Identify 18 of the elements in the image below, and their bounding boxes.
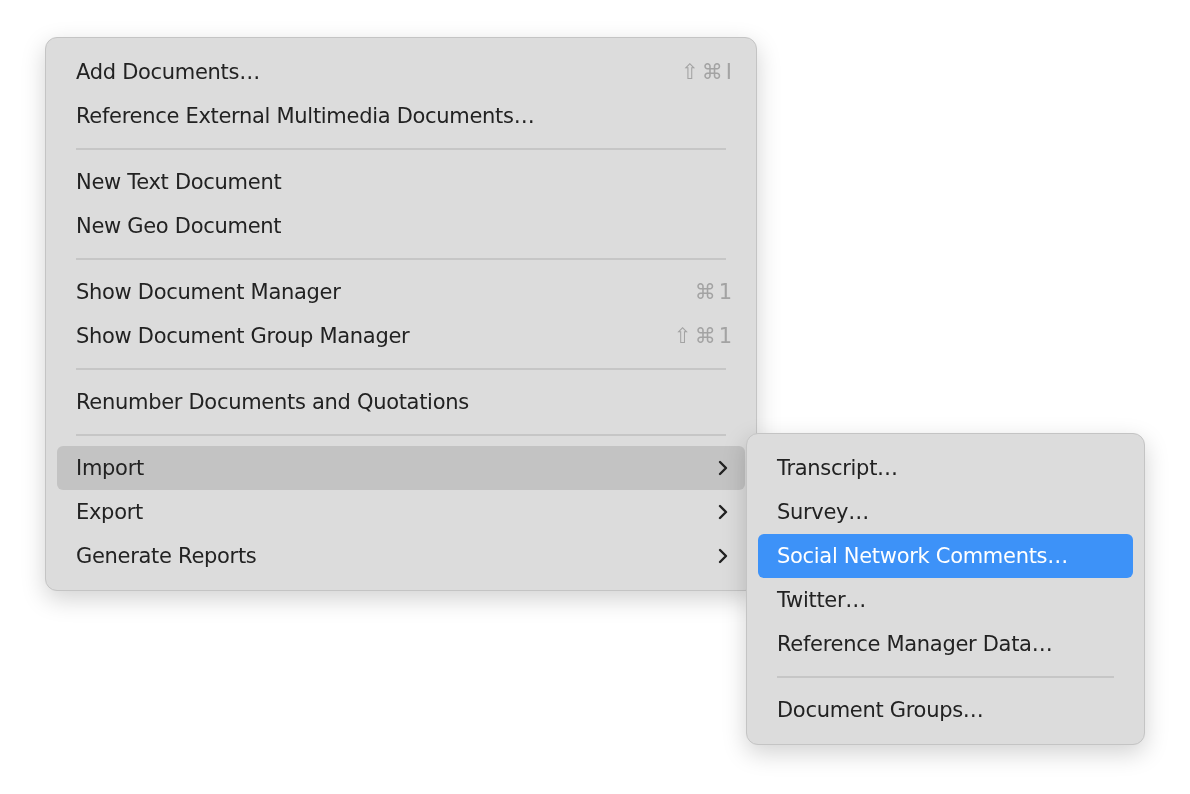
menu-item[interactable]: Transcript… <box>758 446 1133 490</box>
menu-item[interactable]: Show Document Group Manager ⇧⌘1 <box>57 314 745 358</box>
shortcut-label: ⌘1 <box>694 280 735 304</box>
shortcut-label: ⇧⌘I <box>681 60 735 84</box>
menu-item[interactable]: New Geo Document <box>57 204 745 248</box>
menu-item[interactable]: Reference External Multimedia Documents… <box>57 94 745 138</box>
menu-item[interactable]: Generate Reports <box>57 534 745 578</box>
shortcut-label: ⇧⌘1 <box>674 324 735 348</box>
menu-item[interactable]: Reference Manager Data… <box>758 622 1133 666</box>
menu-item[interactable]: Twitter… <box>758 578 1133 622</box>
menu-item[interactable]: Survey… <box>758 490 1133 534</box>
menu-item[interactable]: Add Documents… ⇧⌘I <box>57 50 745 94</box>
menu-item[interactable]: Show Document Manager ⌘1 <box>57 270 745 314</box>
menu-item[interactable]: Export <box>57 490 745 534</box>
menu-item[interactable]: Renumber Documents and Quotations <box>57 380 745 424</box>
menu-item[interactable]: Import <box>57 446 745 490</box>
menu-item[interactable]: Document Groups… <box>758 688 1133 732</box>
menu-item[interactable]: New Text Document <box>57 160 745 204</box>
